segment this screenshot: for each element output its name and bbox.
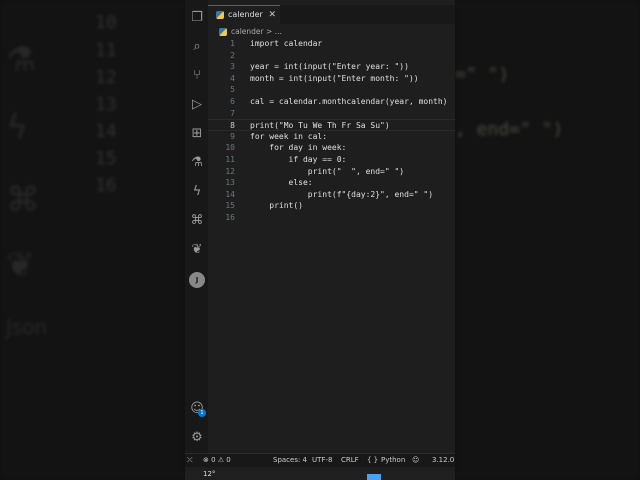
code-line[interactable]: 7: [208, 108, 455, 120]
python-icon: ⌘: [6, 180, 40, 220]
line-text: else:: [250, 178, 313, 188]
search-icon[interactable]: ⌕: [189, 39, 205, 55]
tab-label: calender: [228, 10, 263, 19]
testing-icon[interactable]: ⚗: [189, 155, 205, 171]
windows-start-icon[interactable]: [367, 474, 381, 480]
source-control-icon[interactable]: ⑂: [189, 68, 205, 84]
line-text: month = int(input("Enter month: ")): [250, 73, 419, 83]
line-text: print(" ", end=" "): [250, 166, 405, 176]
files-icon[interactable]: ❐: [189, 10, 205, 26]
line-number: 13: [225, 178, 235, 188]
code-line[interactable]: 16: [208, 212, 455, 224]
bg-line-number: 15: [95, 148, 117, 169]
breadcrumb-file[interactable]: calender: [231, 27, 264, 36]
weather-widget[interactable]: 12°: [203, 470, 215, 478]
lightning-icon: ϟ: [6, 108, 29, 148]
code-line[interactable]: 14 print(f"{day:2}", end=" "): [208, 189, 455, 201]
line-number: 10: [225, 143, 235, 153]
line-number: 5: [230, 85, 235, 95]
breadcrumb-symbol[interactable]: ...: [275, 27, 282, 36]
run-debug-icon[interactable]: ▷: [189, 97, 205, 113]
line-text: for week in cal:: [250, 131, 328, 141]
json-icon[interactable]: J: [189, 272, 205, 288]
code-line[interactable]: 12 print(" ", end=" "): [208, 166, 455, 178]
line-number: 3: [230, 62, 235, 72]
line-number: 1: [230, 39, 235, 48]
line-number: 11: [225, 154, 235, 164]
json-icon: Json: [6, 315, 48, 339]
testing-icon: ⚗: [6, 40, 37, 80]
blurred-background-right: =" ") , end=" "): [455, 0, 640, 480]
mongodb-leaf-icon: ❦: [6, 245, 35, 285]
encoding[interactable]: UTF-8: [312, 454, 332, 467]
line-number: 2: [230, 50, 235, 60]
status-bar: ⤫ ⊗ 0 ⚠ 0 Spaces: 4 UTF-8 CRLF { } Pytho…: [185, 453, 455, 467]
code-line[interactable]: 6 cal = calendar.monthcalendar(year, mont…: [208, 96, 455, 108]
line-text: print(f"{day:2}", end=" "): [250, 189, 434, 199]
line-number: 4: [230, 73, 235, 83]
code-line[interactable]: 15 print(): [208, 200, 455, 212]
python-icon[interactable]: ⌘: [189, 213, 205, 229]
error-count: 0: [211, 456, 216, 464]
warning-count: 0: [226, 456, 231, 464]
line-text: if day == 0:: [250, 154, 347, 164]
code-line[interactable]: 11 if day == 0:: [208, 154, 455, 166]
language-braces-icon: { }: [367, 456, 379, 464]
line-text: cal = calendar.monthcalendar(year, month…: [250, 96, 448, 106]
extensions-icon[interactable]: ⊞: [189, 126, 205, 142]
line-number: 12: [225, 166, 235, 176]
bg-line-number: 12: [95, 67, 117, 88]
bg-line-number: 11: [95, 40, 117, 61]
bg-line-number: 14: [95, 121, 117, 142]
bg-line-number: 16: [95, 175, 117, 196]
gear-icon[interactable]: ⚙: [189, 430, 205, 446]
code-line[interactable]: 8 print("Mo Tu We Th Fr Sa Su"): [208, 119, 455, 131]
close-icon[interactable]: ✕: [268, 6, 276, 24]
bg-line-number: 13: [95, 94, 117, 115]
indentation[interactable]: Spaces: 4: [273, 454, 307, 467]
bg-code-fragment: , end=" "): [455, 119, 564, 140]
line-text: import calendar: [250, 39, 323, 48]
line-number: 15: [225, 201, 235, 211]
code-line[interactable]: 2: [208, 50, 455, 62]
taskbar: 12°: [185, 470, 455, 480]
code-line[interactable]: 13 else:: [208, 177, 455, 189]
language-mode[interactable]: Python: [381, 454, 405, 467]
remote-indicator[interactable]: ⤫: [187, 454, 193, 467]
bg-line-number: 10: [95, 12, 117, 33]
breadcrumb-separator: >: [266, 27, 273, 36]
activity-bar: ❐ ⌕ ⑂ ▷ ⊞ ⚗ ϟ ⌘ ❦ J ☺ 1 ⚙: [185, 0, 208, 453]
breadcrumb: calender > ...: [219, 27, 282, 36]
account-icon[interactable]: ☺ 1: [189, 401, 206, 417]
line-number: 14: [225, 189, 235, 199]
code-editor[interactable]: 1 import calendar 2 3 year = int(input("Ente…: [208, 38, 455, 224]
code-line[interactable]: 9 for week in cal:: [208, 131, 455, 143]
bg-code-fragment: =" "): [455, 64, 510, 85]
line-text: for day in week:: [250, 143, 347, 153]
code-line[interactable]: 5: [208, 84, 455, 96]
code-line[interactable]: 3 year = int(input("Enter year: ")): [208, 61, 455, 73]
line-ending[interactable]: CRLF: [341, 454, 359, 467]
line-number: 7: [230, 108, 235, 118]
copilot-icon[interactable]: ☺: [412, 454, 419, 467]
lightning-icon[interactable]: ϟ: [189, 184, 205, 200]
code-line[interactable]: 1 import calendar: [208, 38, 455, 50]
python-file-icon: [219, 28, 227, 36]
problems-indicator[interactable]: ⊗ 0 ⚠ 0: [203, 454, 231, 467]
code-line[interactable]: 10 for day in week:: [208, 142, 455, 154]
code-line[interactable]: 4 month = int(input("Enter month: ")): [208, 73, 455, 85]
blurred-background-left: 10 11 12 13 14 15 16 ⚗ ϟ ⌘ ❦ Json: [0, 0, 185, 480]
tab-bar: calender ✕: [208, 5, 455, 24]
vscode-window: ❐ ⌕ ⑂ ▷ ⊞ ⚗ ϟ ⌘ ❦ J ☺ 1 ⚙ calender ✕ cal…: [185, 0, 455, 470]
account-badge: 1: [198, 409, 206, 417]
line-number: 16: [225, 212, 235, 222]
tab-calender[interactable]: calender ✕: [208, 5, 280, 24]
line-text: print(): [250, 201, 303, 211]
python-file-icon: [216, 11, 224, 19]
line-number: 9: [230, 131, 235, 141]
python-version[interactable]: 3.12.0: [432, 454, 454, 467]
line-number: 6: [230, 96, 235, 106]
line-text: year = int(input("Enter year: ")): [250, 62, 409, 72]
mongodb-leaf-icon[interactable]: ❦: [189, 242, 205, 258]
